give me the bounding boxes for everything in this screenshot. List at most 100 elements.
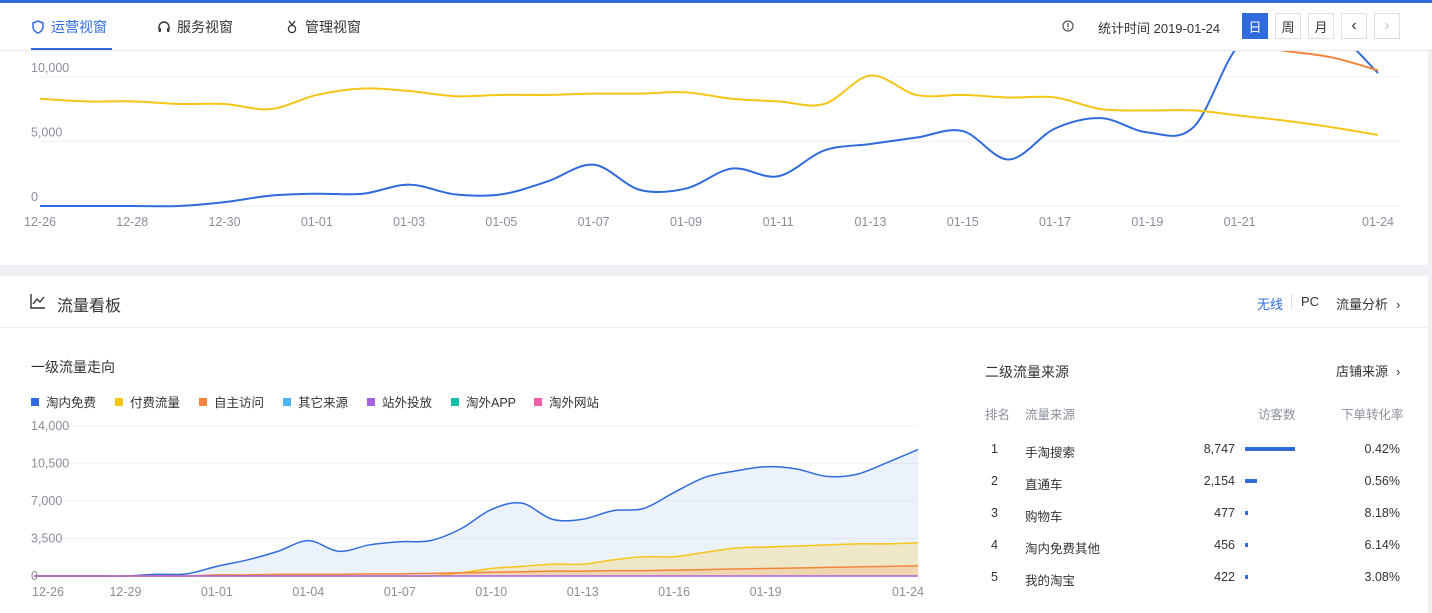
period-week-button[interactable]: 周	[1275, 13, 1301, 39]
tab-management[interactable]: 管理视窗	[285, 3, 361, 50]
stat-time: 统计时间 2019-01-24	[1098, 21, 1221, 36]
cell-rank: 4	[991, 538, 998, 552]
mode-divider	[1291, 294, 1292, 308]
legend-swatch	[451, 397, 459, 406]
x-tick-label: 01-01	[201, 585, 233, 599]
cell-rank: 1	[991, 442, 998, 456]
level2-title: 二级流量来源	[985, 364, 1069, 380]
legend-swatch	[534, 397, 542, 406]
legend-item[interactable]: 自主访问	[199, 392, 264, 411]
legend-item[interactable]: 站外投放	[367, 392, 432, 411]
period-day-button[interactable]: 日	[1242, 13, 1268, 39]
shop-source-label: 店铺来源	[1336, 364, 1389, 379]
info-icon	[1062, 20, 1074, 32]
x-tick-label: 01-19	[750, 585, 782, 599]
medal-icon	[287, 20, 297, 33]
y-tick-label: 5,000	[31, 125, 62, 139]
x-tick-label: 01-07	[384, 585, 416, 599]
headset-icon	[158, 20, 170, 32]
x-tick-label: 01-17	[1039, 215, 1071, 229]
visitor-share-bar	[1245, 511, 1248, 515]
legend-label: 付费流量	[130, 396, 181, 410]
legend-item[interactable]: 淘内免费	[31, 392, 96, 411]
tab-operations-label: 运营视窗	[51, 18, 107, 35]
table-row[interactable]: 3 购物车 477 8.18%	[985, 502, 1405, 526]
cell-conversion: 3.08%	[1364, 570, 1400, 584]
cell-source: 手淘搜索	[1025, 446, 1076, 460]
tab-operations[interactable]: 运营视窗	[31, 3, 112, 50]
x-tick-label: 01-24	[892, 585, 924, 599]
visitor-share-bar	[1245, 479, 1257, 483]
mode-wireless-tab[interactable]: 无线	[1257, 294, 1283, 313]
cell-visitors: 422	[1214, 570, 1235, 584]
tab-service[interactable]: 服务视窗	[157, 3, 233, 50]
cell-rank: 2	[991, 474, 998, 488]
y-tick-label: 3,500	[31, 532, 62, 546]
line-chart-icon	[30, 294, 45, 309]
legend-label: 其它来源	[298, 396, 349, 410]
x-tick-label: 12-26	[24, 215, 56, 229]
legend-swatch	[199, 397, 207, 406]
legend-item[interactable]: 淘外网站	[534, 392, 599, 411]
table-row[interactable]: 1 手淘搜索 8,747 0.42%	[985, 438, 1405, 462]
y-tick-label: 10,000	[31, 61, 69, 75]
shield-icon	[32, 19, 44, 34]
x-tick-label: 12-29	[109, 585, 141, 599]
x-tick-label: 12-30	[209, 215, 241, 229]
table-row[interactable]: 4 淘内免费其他 456 6.14%	[985, 534, 1405, 558]
prev-date-button[interactable]: ‹	[1341, 13, 1367, 39]
mode-pc-tab[interactable]: PC	[1301, 294, 1319, 309]
x-tick-label: 01-13	[567, 585, 599, 599]
x-tick-label: 01-24	[1362, 215, 1394, 229]
table-row[interactable]: 2 直通车 2,154 0.56%	[985, 470, 1405, 494]
x-tick-label: 01-03	[393, 215, 425, 229]
period-month-button[interactable]: 月	[1308, 13, 1334, 39]
x-tick-label: 01-10	[475, 585, 507, 599]
shop-source-link[interactable]: 店铺来源 ›	[1336, 361, 1400, 380]
visitor-share-bar	[1245, 543, 1248, 547]
legend-label: 自主访问	[214, 396, 265, 410]
top-line-chart: 10,000 5,000 0 12-26 12-28 12-30 01-01 01-03 01-…	[24, 51, 1400, 229]
legend-swatch	[283, 397, 291, 406]
legend-label: 淘内免费	[46, 396, 97, 410]
line-series-0	[40, 51, 1379, 208]
x-tick-label: 01-09	[670, 215, 702, 229]
chevron-right-icon: ›	[1396, 297, 1401, 312]
active-tab-underline	[31, 48, 112, 50]
next-date-button[interactable]: ›	[1374, 13, 1400, 39]
legend-label: 站外投放	[382, 396, 433, 410]
level1-title: 一级流量走向	[31, 359, 115, 375]
cell-source: 我的淘宝	[1025, 574, 1076, 588]
col-source: 流量来源	[1025, 408, 1076, 422]
tab-management-label: 管理视窗	[305, 18, 361, 35]
cell-visitors: 477	[1214, 506, 1235, 520]
header-bar: 运营视窗 服务视窗 管理视窗 统计时间 2019-01-24 日 周 月 ‹ ›	[0, 3, 1432, 51]
cell-visitors: 8,747	[1203, 442, 1235, 456]
x-tick-label: 01-13	[854, 215, 886, 229]
legend-swatch	[31, 397, 39, 406]
cell-rank: 3	[991, 506, 998, 520]
table-row[interactable]: 5 我的淘宝 422 3.08%	[985, 566, 1405, 590]
traffic-panel: 流量看板 无线 PC 流量分析 › 一级流量走向 淘内免费 付费流量 自主访问 其…	[0, 276, 1428, 613]
top-chart-card: 10,000 5,000 0 12-26 12-28 12-30 01-01 01-03 01-…	[0, 51, 1428, 265]
cell-conversion: 0.56%	[1364, 474, 1400, 488]
tab-service-label: 服务视窗	[177, 18, 233, 35]
cell-source: 直通车	[1025, 478, 1063, 492]
level1-area-chart: 14,00010,5007,0003,500012-26 12-29 01-01 01…	[31, 419, 924, 599]
cell-visitors: 456	[1214, 538, 1235, 552]
col-visitors: 访客数	[1258, 408, 1296, 422]
x-tick-label: 01-11	[763, 215, 794, 229]
x-tick-label: 01-15	[947, 215, 979, 229]
legend-item[interactable]: 淘外APP	[451, 392, 516, 411]
chevron-right-icon: ›	[1396, 364, 1401, 379]
x-tick-label: 01-16	[658, 585, 690, 599]
panel-title: 流量看板	[57, 298, 122, 315]
legend-item[interactable]: 其它来源	[283, 392, 348, 411]
legend-swatch	[367, 397, 375, 406]
x-tick-label: 01-21	[1224, 215, 1256, 229]
line-series-2	[1278, 51, 1379, 72]
cell-rank: 5	[991, 570, 998, 584]
col-conversion: 下单转化率	[1341, 408, 1404, 422]
flow-analysis-link[interactable]: 流量分析 ›	[1336, 294, 1400, 313]
legend-item[interactable]: 付费流量	[115, 392, 180, 411]
